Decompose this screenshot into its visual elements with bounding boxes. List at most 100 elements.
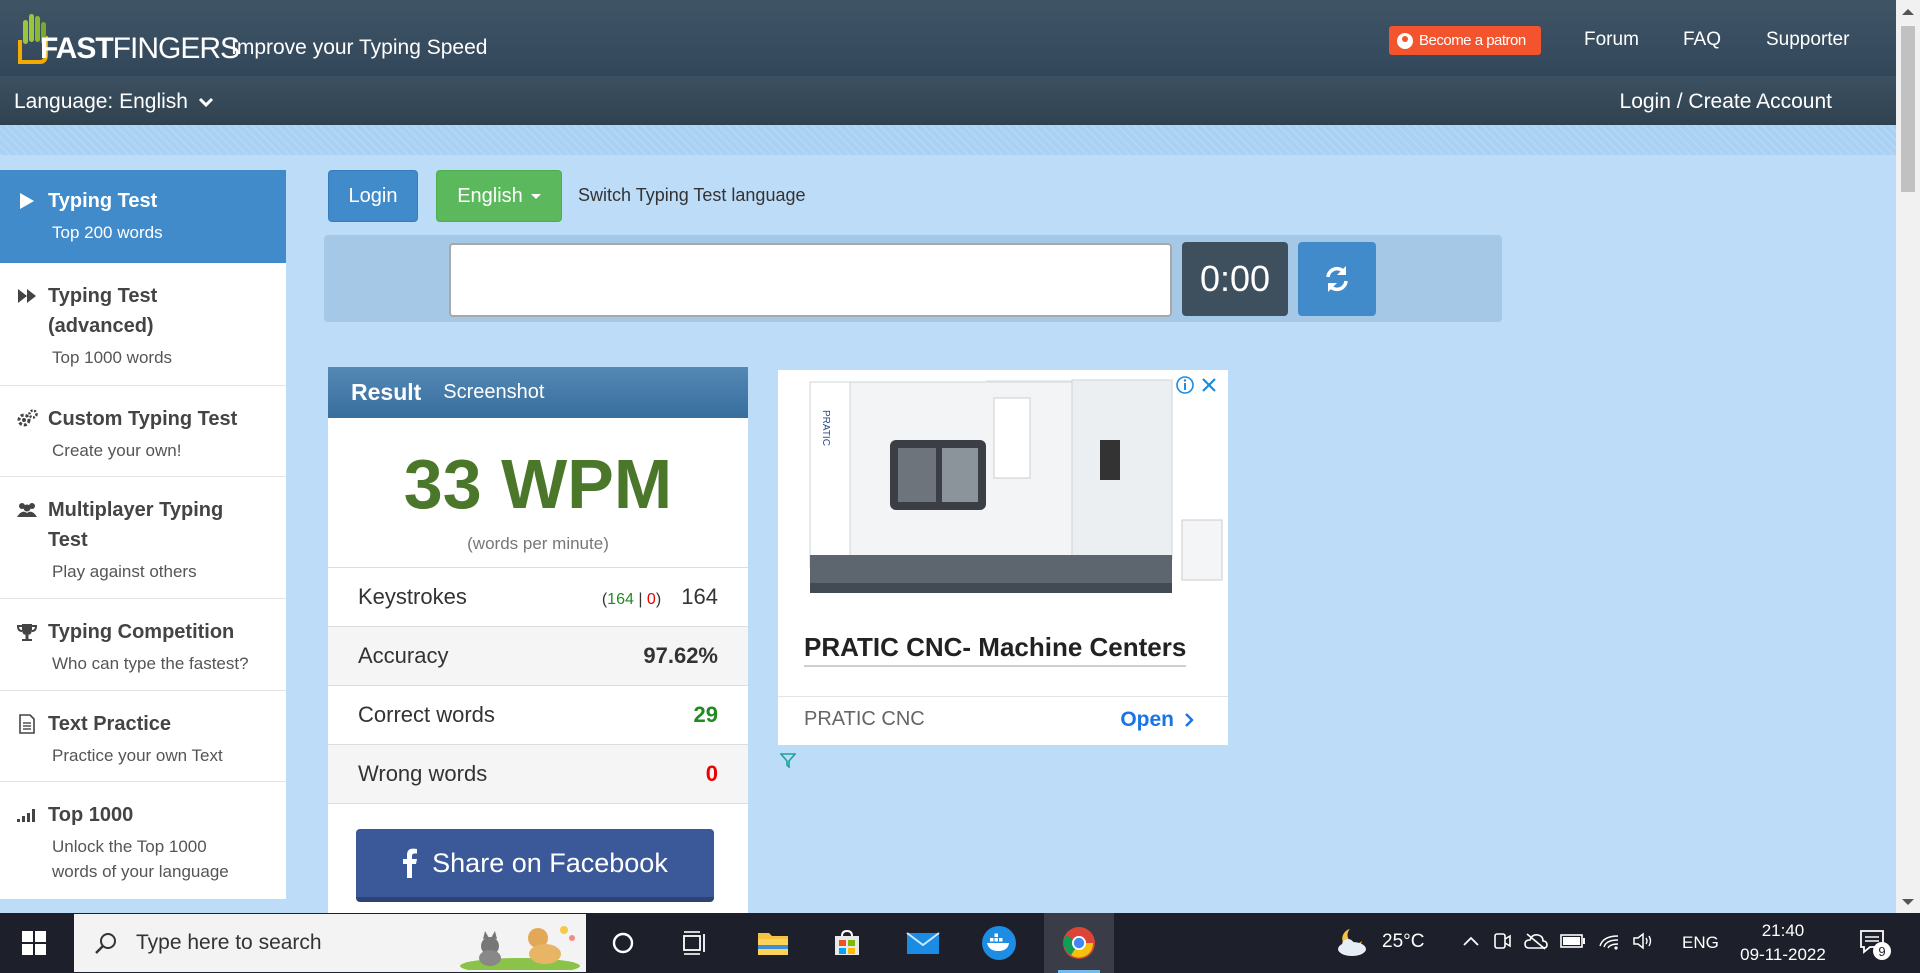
sidebar-item-title: Custom Typing Test (48, 408, 238, 430)
ad-brand: PRATIC CNC (804, 708, 925, 730)
cortana-button[interactable] (592, 913, 654, 973)
restart-button[interactable] (1298, 242, 1376, 316)
battery-icon[interactable] (1560, 934, 1586, 948)
site-logo[interactable]: FASTFINGERS (14, 10, 240, 66)
play-icon (16, 186, 38, 216)
mail-button[interactable] (892, 913, 954, 973)
search-icon (95, 933, 116, 954)
sidebar-item-subtitle: Top 1000 words (52, 348, 173, 367)
scroll-up-arrow-icon[interactable] (1902, 9, 1914, 15)
ad-machine-image[interactable]: PRATIC (778, 370, 1228, 605)
share-facebook-button[interactable]: Share on Facebook (356, 829, 714, 902)
windows-taskbar: Type here to search 25°C ENG 21:40 09-11… (0, 913, 1920, 973)
advertisement[interactable]: PRATIC PRATIC CNC- Machine Centers PRATI… (778, 370, 1228, 745)
ad-machine-label: PRATIC (820, 410, 831, 446)
volume-icon[interactable] (1632, 932, 1654, 950)
nav-supporter-link[interactable]: Supporter (1766, 29, 1849, 51)
cortana-icon (612, 932, 634, 954)
page-scrollbar[interactable] (1896, 0, 1920, 913)
correct-words-label: Correct words (358, 702, 495, 727)
chevron-down-icon (198, 97, 214, 108)
notification-icon: 9 (1860, 930, 1891, 960)
sidebar-item-typing-test-advanced[interactable]: Typing Test (advanced) Top 1000 words (0, 263, 286, 386)
sidebar-item-subtitle: Who can type the fastest? (52, 654, 249, 673)
fast-forward-icon (16, 281, 38, 311)
sidebar-menu: Typing Test Top 200 words Typing Test (a… (0, 170, 286, 899)
result-tab[interactable]: Result (351, 379, 421, 406)
meet-now-icon[interactable] (1492, 931, 1512, 951)
wpm-box: 33 WPM (words per minute) (328, 418, 748, 568)
share-facebook-label: Share on Facebook (432, 847, 668, 878)
sidebar-item-typing-test[interactable]: Typing Test Top 200 words (0, 170, 286, 263)
sidebar-item-custom-typing-test[interactable]: Custom Typing Test Create your own! (0, 386, 286, 477)
switch-language-text: Switch Typing Test language (578, 185, 806, 205)
nav-forum-link[interactable]: Forum (1584, 29, 1639, 51)
sidebar-item-multiplayer-typing-test[interactable]: Multiplayer Typing Test Play against oth… (0, 477, 286, 599)
weather-widget[interactable]: 25°C (1334, 927, 1424, 957)
sidebar-item-top-1000[interactable]: Top 1000 Unlock the Top 1000 words of yo… (0, 782, 286, 899)
chrome-button[interactable] (1044, 913, 1114, 973)
document-icon (16, 709, 38, 739)
trophy-icon (16, 617, 38, 647)
sidebar-item-subtitle: Top 200 words (52, 223, 163, 242)
correct-words-value: 29 (693, 702, 718, 727)
sidebar-item-title: Top 1000 (48, 804, 134, 826)
sidebar-item-title: Text Practice (48, 713, 172, 735)
login-button[interactable]: Login (328, 170, 418, 222)
ad-title[interactable]: PRATIC CNC- Machine Centers (804, 632, 1187, 667)
language-dropdown[interactable]: Language: English (14, 90, 214, 114)
windows-start-icon[interactable] (22, 931, 46, 955)
wpm-subtitle: (words per minute) (467, 534, 609, 553)
keystrokes-value: (164 | 0) 164 (601, 584, 718, 609)
typing-input-row: 0:00 (324, 235, 1502, 322)
temperature: 25°C (1382, 931, 1425, 952)
countdown-timer: 0:00 (1182, 242, 1288, 316)
clock-time: 21:40 (1761, 921, 1805, 940)
task-view-icon (683, 931, 705, 955)
mail-icon (906, 932, 940, 954)
microsoft-store-icon (835, 929, 859, 955)
accuracy-label: Accuracy (358, 643, 449, 668)
search-placeholder: Type here to search (136, 931, 322, 954)
login-create-account-link[interactable]: Login / Create Account (1620, 90, 1832, 114)
wrong-words-row: Wrong words 0 (328, 745, 748, 804)
sidebar-item-subtitle: Create your own! (52, 441, 182, 460)
become-patron-button[interactable]: Become a patron (1389, 26, 1541, 55)
system-clock[interactable]: 21:40 09-11-2022 (1735, 919, 1831, 967)
file-explorer-button[interactable] (742, 913, 804, 973)
search-highlight-pets-icon (460, 926, 580, 970)
sidebar-item-subtitle: Play against others (52, 562, 197, 581)
language-select-button[interactable]: English (436, 170, 562, 222)
microsoft-store-button[interactable] (816, 913, 878, 973)
screenshot-tab[interactable]: Screenshot (443, 381, 544, 404)
sidebar-item-subtitle: Practice your own Text (52, 746, 223, 765)
onedrive-icon[interactable] (1524, 932, 1548, 950)
sidebar-item-typing-competition[interactable]: Typing Competition Who can type the fast… (0, 599, 286, 691)
sidebar-item-text-practice[interactable]: Text Practice Practice your own Text (0, 691, 286, 782)
chevron-up-icon[interactable] (1462, 935, 1480, 947)
ad-close-icon[interactable] (1200, 376, 1218, 394)
gears-icon (16, 404, 38, 434)
accuracy-row: Accuracy 97.62% (328, 627, 748, 686)
ad-info-icon[interactable] (1176, 376, 1194, 394)
docker-button[interactable] (968, 913, 1030, 973)
input-language-indicator[interactable]: ENG (1682, 933, 1719, 953)
nav-faq-link[interactable]: FAQ (1683, 29, 1721, 51)
language-button-label: English (457, 184, 523, 207)
wifi-icon[interactable] (1598, 932, 1620, 950)
task-view-button[interactable] (664, 913, 726, 973)
scroll-down-arrow-icon[interactable] (1902, 899, 1914, 905)
language-bar: Language: English Login / Create Account (0, 76, 1896, 125)
ad-open-label: Open (1120, 708, 1174, 731)
notification-center-button[interactable]: 9 (1858, 927, 1892, 966)
ad-feedback-icon[interactable] (780, 752, 796, 768)
correct-words-row: Correct words 29 (328, 686, 748, 745)
scroll-thumb[interactable] (1901, 26, 1915, 192)
keystrokes-total: 164 (681, 584, 718, 609)
ad-open-button[interactable]: Open (1120, 708, 1194, 732)
typing-input-field[interactable] (449, 243, 1172, 317)
wrong-words-value: 0 (705, 761, 718, 786)
taskbar-search-box[interactable]: Type here to search (74, 914, 586, 972)
result-header: Result Screenshot (328, 367, 748, 418)
wpm-value: 33 WPM (403, 445, 673, 523)
